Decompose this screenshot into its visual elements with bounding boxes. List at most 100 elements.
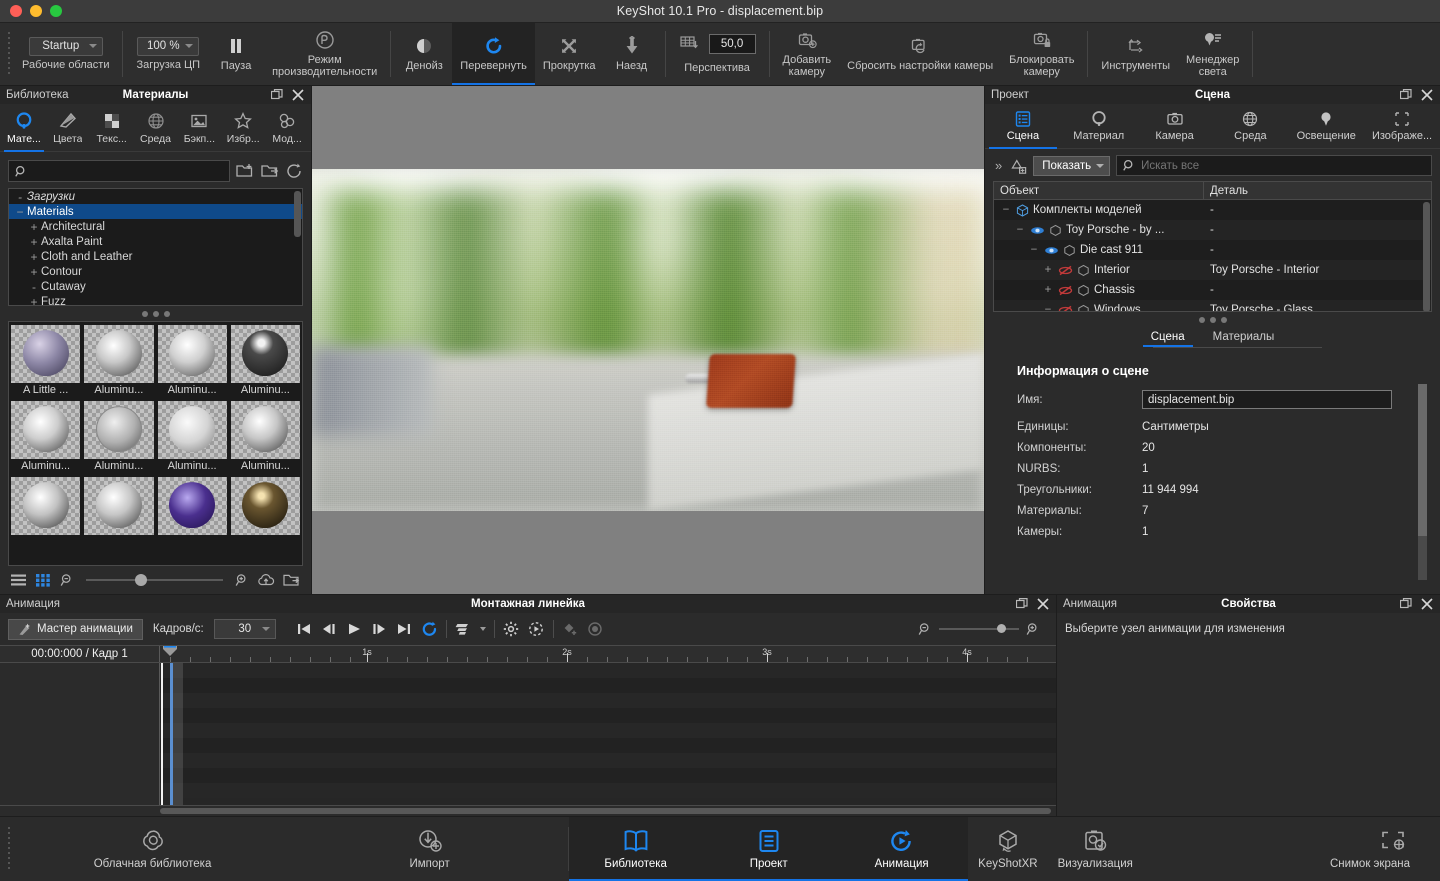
add-folder-icon[interactable] — [236, 163, 255, 179]
dock-item-import[interactable]: Импорт — [291, 817, 568, 881]
project-tab-lighting[interactable]: Освещение — [1288, 104, 1364, 148]
eye-icon[interactable] — [1030, 225, 1045, 236]
table-row[interactable]: + Interior Toy Porsche - Interior — [994, 260, 1431, 280]
workspace-selector[interactable]: Startup Рабочие области — [14, 23, 117, 85]
tree-row[interactable]: - Cutaway — [9, 279, 302, 294]
tree-row[interactable]: + Fuzz — [9, 294, 302, 306]
scene-tree-table[interactable]: Объект Деталь − Комплекты моделей - — [993, 181, 1432, 312]
library-tab-environment[interactable]: Среда — [134, 104, 178, 151]
library-tab-favorites[interactable]: Избр... — [221, 104, 265, 151]
tools-button[interactable]: Инструменты — [1093, 23, 1178, 85]
dock-item-render[interactable]: Визуализация — [1048, 817, 1143, 881]
add-camera-button[interactable]: Добавить камеру — [775, 23, 840, 85]
tree-row[interactable]: + Cloth and Leather — [9, 249, 302, 264]
tree-expander-icon[interactable]: − — [13, 205, 27, 219]
close-icon[interactable] — [1421, 89, 1433, 101]
next-frame-button[interactable] — [371, 621, 388, 638]
timeline-tracks-area[interactable] — [0, 663, 1056, 806]
tree-row[interactable]: − Materials — [9, 204, 302, 219]
close-icon[interactable] — [292, 89, 304, 101]
timeline-zoom-slider[interactable] — [939, 628, 1019, 630]
table-row[interactable]: − Die cast 911 - — [994, 240, 1431, 260]
table-row[interactable]: + Chassis - — [994, 280, 1431, 300]
tree-expander-icon[interactable]: + — [27, 235, 41, 249]
cloud-upload-icon[interactable] — [257, 573, 275, 587]
material-thumb[interactable] — [158, 477, 227, 538]
dock-item-screenshot[interactable]: Снимок экрана — [1143, 817, 1440, 881]
close-window-button[interactable] — [10, 5, 22, 17]
add-keyframe-button[interactable] — [562, 621, 579, 638]
scene-name-input[interactable]: displacement.bip — [1142, 390, 1392, 409]
project-tab-environment[interactable]: Среда — [1212, 104, 1288, 148]
grid-view-icon[interactable] — [35, 573, 52, 587]
tree-expander-icon[interactable]: − — [1028, 244, 1040, 256]
tree-expander-icon[interactable]: + — [27, 265, 41, 279]
library-tab-backplates[interactable]: Бэкп... — [177, 104, 221, 151]
dolly-button[interactable]: Наезд — [604, 23, 660, 85]
undock-icon[interactable] — [1400, 598, 1412, 610]
fps-combo[interactable]: 30 — [214, 619, 276, 639]
material-thumb[interactable]: Aluminu... — [158, 325, 227, 398]
library-search-input[interactable] — [33, 165, 223, 177]
denoise-button[interactable]: Денойз — [396, 23, 452, 85]
go-to-start-button[interactable] — [296, 621, 313, 638]
table-row[interactable]: − Комплекты моделей - — [994, 200, 1431, 220]
settings-gear-button[interactable] — [503, 621, 520, 638]
light-manager-button[interactable]: Менеджер света — [1178, 23, 1247, 85]
lock-camera-button[interactable]: Блокировать камеру — [1001, 23, 1082, 85]
workspace-combo[interactable]: Startup — [29, 37, 103, 56]
loop-button[interactable] — [421, 621, 438, 638]
material-thumb[interactable]: Aluminu... — [84, 325, 153, 398]
project-splitter-handle[interactable] — [985, 312, 1440, 327]
dock-item-project[interactable]: Проект — [702, 817, 835, 881]
tree-row[interactable]: + Axalta Paint — [9, 234, 302, 249]
list-view-icon[interactable] — [10, 573, 27, 587]
export-folder-icon[interactable] — [283, 573, 301, 587]
scene-tree-scrollbar[interactable] — [1423, 202, 1430, 312]
tree-scrollbar[interactable] — [294, 191, 301, 237]
undock-icon[interactable] — [1400, 89, 1412, 101]
keyframe-list-button[interactable] — [455, 621, 472, 638]
perspective-value-input[interactable]: 50,0 — [709, 34, 756, 54]
project-search-input[interactable] — [1141, 160, 1425, 172]
material-thumb[interactable]: Aluminu... — [158, 401, 227, 474]
project-tab-material[interactable]: Материал — [1061, 104, 1137, 148]
close-icon[interactable] — [1037, 598, 1049, 610]
material-thumb[interactable]: A Little ... — [11, 325, 80, 398]
tree-row[interactable]: + Contour — [9, 264, 302, 279]
table-row[interactable]: − Toy Porsche - by ... - — [994, 220, 1431, 240]
library-folder-tree[interactable]: - Загрузки − Materials + Architectural +… — [8, 188, 303, 306]
animation-wizard-button[interactable]: Мастер анимации — [8, 619, 143, 640]
toolbar-grip[interactable] — [4, 23, 14, 85]
tree-row[interactable]: + Architectural — [9, 219, 302, 234]
cpu-usage-selector[interactable]: 100 % Загрузка ЦП — [128, 23, 208, 85]
minimize-window-button[interactable] — [30, 5, 42, 17]
render-viewport[interactable] — [312, 86, 984, 594]
playhead-handle[interactable] — [160, 646, 180, 662]
material-thumbnail-grid[interactable]: A Little ... Aluminu... Aluminu... Alumi… — [8, 321, 303, 566]
flip-button[interactable]: Перевернуть — [452, 23, 535, 85]
perspective-control[interactable]: 50,0 Перспектива — [671, 23, 764, 85]
tree-expander-icon[interactable]: + — [27, 250, 41, 264]
zoom-out-icon[interactable] — [60, 573, 74, 587]
refresh-icon[interactable] — [286, 163, 303, 179]
dock-item-library[interactable]: Библиотека — [569, 817, 702, 881]
eye-off-icon[interactable] — [1058, 285, 1073, 296]
maximize-window-button[interactable] — [50, 5, 62, 17]
zoom-out-icon[interactable] — [918, 622, 932, 636]
undock-icon[interactable] — [1016, 598, 1028, 610]
eye-off-icon[interactable] — [1058, 305, 1073, 313]
project-tab-camera[interactable]: Камера — [1137, 104, 1213, 148]
material-thumb[interactable] — [84, 477, 153, 538]
library-splitter-handle[interactable] — [0, 306, 311, 321]
window-controls[interactable] — [0, 5, 62, 17]
material-thumb[interactable]: Aluminu... — [231, 401, 300, 474]
project-tab-scene[interactable]: Сцена — [985, 104, 1061, 148]
previous-frame-button[interactable] — [321, 621, 338, 638]
material-thumb[interactable] — [231, 477, 300, 538]
dock-item-cloud-library[interactable]: Облачная библиотека — [14, 817, 291, 881]
zoom-in-icon[interactable] — [1026, 622, 1040, 636]
tree-expander-icon[interactable]: + — [1042, 264, 1054, 276]
open-folder-icon[interactable] — [261, 163, 280, 179]
tree-expander-icon[interactable]: − — [1014, 224, 1026, 236]
